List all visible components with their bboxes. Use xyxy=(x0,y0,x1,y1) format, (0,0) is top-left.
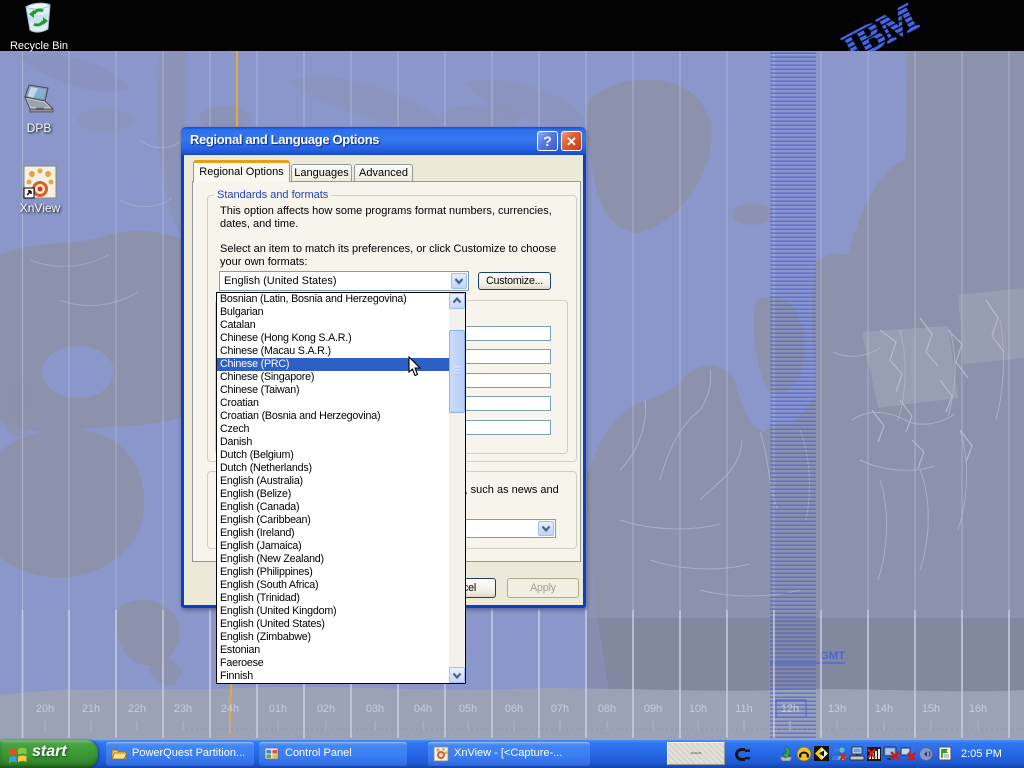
svg-text:10h: 10h xyxy=(689,703,707,715)
svg-text:24h: 24h xyxy=(221,703,239,715)
svg-text:01h: 01h xyxy=(269,703,287,715)
svg-text:14h: 14h xyxy=(875,703,893,715)
svg-text:20h: 20h xyxy=(36,703,54,715)
svg-text:02h: 02h xyxy=(317,703,335,715)
svg-text:03h: 03h xyxy=(366,703,384,715)
svg-text:23h: 23h xyxy=(174,703,192,715)
svg-text:08h: 08h xyxy=(598,703,616,715)
svg-text:05h: 05h xyxy=(459,703,477,715)
svg-text:12h: 12h xyxy=(781,703,799,715)
svg-text:09h: 09h xyxy=(644,703,662,715)
svg-text:04h: 04h xyxy=(414,703,432,715)
svg-text:22h: 22h xyxy=(128,703,146,715)
svg-text:15h: 15h xyxy=(922,703,940,715)
svg-text:07h: 07h xyxy=(551,703,569,715)
svg-text:GMT: GMT xyxy=(820,650,845,662)
svg-text:13h: 13h xyxy=(828,703,846,715)
svg-text:06h: 06h xyxy=(505,703,523,715)
svg-text:21h: 21h xyxy=(82,703,100,715)
svg-text:11h: 11h xyxy=(735,703,753,715)
svg-text:16h: 16h xyxy=(969,703,987,715)
